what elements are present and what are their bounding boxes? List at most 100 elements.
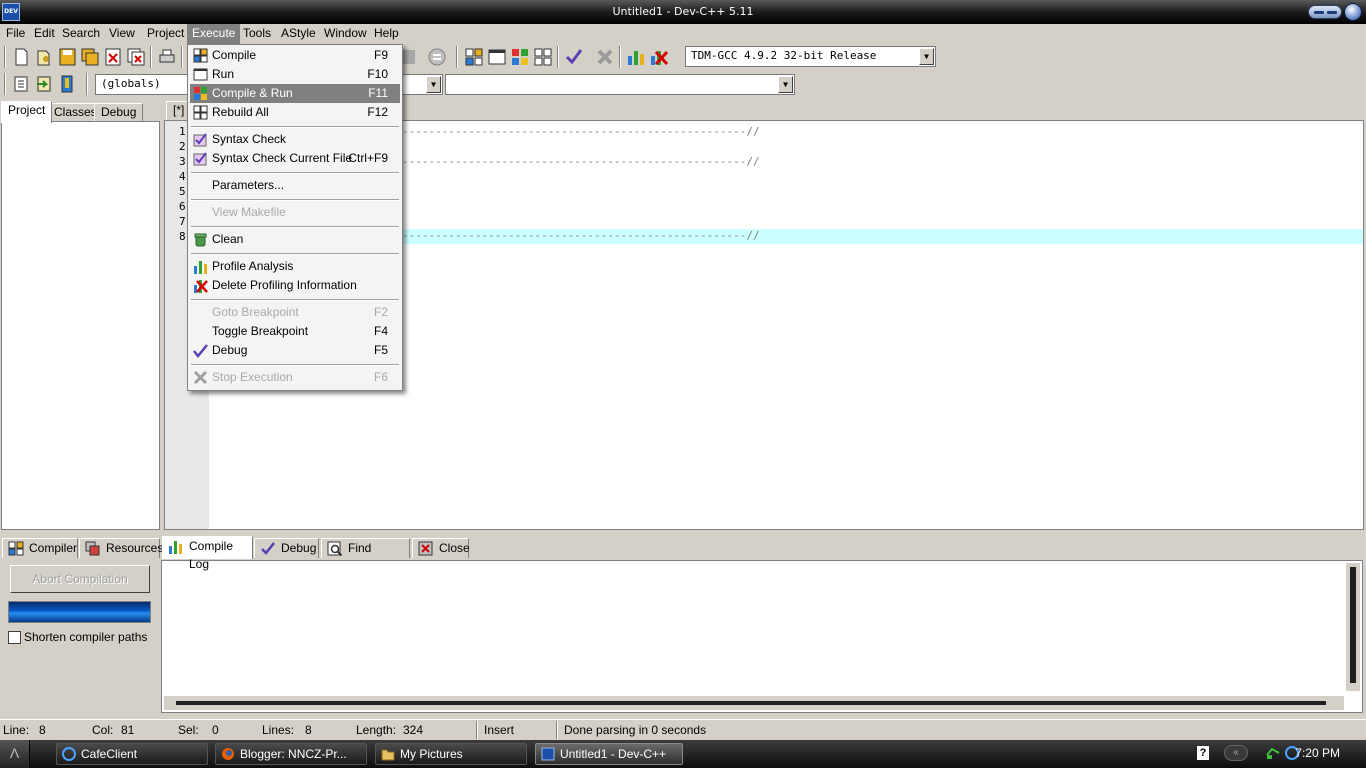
- rebuild-icon: [193, 105, 208, 120]
- menu-item-profile-analysis[interactable]: Profile Analysis: [190, 257, 400, 276]
- title-bar: DEV Untitled1 - Dev-C++ 5.11: [0, 0, 1366, 24]
- bookmark-icon: [61, 75, 73, 93]
- delete-profile-icon: [651, 50, 669, 66]
- status-line-value: 8: [39, 723, 46, 737]
- minimize-icon[interactable]: [1314, 11, 1324, 14]
- clock[interactable]: 7:20 PM: [1295, 746, 1340, 760]
- indent-button[interactable]: [10, 73, 32, 95]
- menu-item-run[interactable]: Run F10: [190, 65, 400, 84]
- status-message: Done parsing in 0 seconds: [564, 723, 707, 737]
- save-all-button[interactable]: [79, 46, 101, 68]
- scrollbar-thumb[interactable]: [1350, 567, 1356, 683]
- menu-item-label: Stop Execution: [212, 370, 293, 384]
- compiler-select[interactable]: TDM-GCC 4.9.2 32-bit Release ▼: [685, 46, 936, 67]
- menu-item-shortcut: F6: [373, 370, 388, 384]
- menu-item-compile[interactable]: Compile F9: [190, 46, 400, 65]
- menu-edit[interactable]: Edit: [29, 24, 60, 44]
- print-button[interactable]: [156, 46, 178, 68]
- close-all-button[interactable]: [125, 46, 147, 68]
- task-devcpp[interactable]: Untitled1 - Dev-C++: [535, 743, 683, 765]
- help-icon[interactable]: ?: [1197, 746, 1209, 760]
- delete-profile-button[interactable]: [648, 46, 670, 68]
- compile-run-icon: [512, 49, 528, 65]
- task-firefox-blogger[interactable]: Blogger: NNCZ-Pr...: [215, 743, 367, 765]
- rebuild-button[interactable]: [532, 46, 554, 68]
- open-button[interactable]: [33, 46, 55, 68]
- tab-compiler[interactable]: Compiler: [2, 538, 78, 558]
- maximize-icon[interactable]: [1327, 11, 1337, 14]
- close-file-icon: [105, 48, 121, 66]
- new-file-button[interactable]: [10, 46, 32, 68]
- toolbar-separator: [557, 46, 559, 68]
- debug-button[interactable]: [563, 46, 585, 68]
- menu-search[interactable]: Search: [57, 24, 105, 44]
- tab-find-results[interactable]: Find Results: [321, 538, 410, 573]
- run-button[interactable]: [486, 46, 508, 68]
- toolbar-separator: [619, 46, 621, 68]
- function-select[interactable]: ▼: [445, 74, 795, 95]
- tab-close[interactable]: Close: [412, 538, 470, 558]
- menu-item-rebuild-all[interactable]: Rebuild All F12: [190, 103, 400, 122]
- menu-window[interactable]: Window: [319, 24, 372, 44]
- compile-log-output[interactable]: [161, 560, 1363, 713]
- tray-expand-icon[interactable]: «: [1224, 745, 1248, 761]
- menu-execute[interactable]: Execute: [187, 24, 241, 44]
- tab-resources[interactable]: Resources: [79, 538, 163, 558]
- menu-help[interactable]: Help: [369, 24, 404, 44]
- chevron-down-icon[interactable]: ▼: [426, 76, 441, 93]
- compiler-select-value: TDM-GCC 4.9.2 32-bit Release: [691, 49, 877, 62]
- menu-item-label: Rebuild All: [212, 105, 269, 119]
- network-icon[interactable]: [1265, 745, 1281, 761]
- new-file-icon: [15, 48, 28, 66]
- goto-line-button[interactable]: [33, 73, 55, 95]
- vertical-scrollbar[interactable]: [1346, 563, 1360, 691]
- menu-item-compile-run[interactable]: Compile & Run F11: [190, 84, 400, 103]
- bookmark-button[interactable]: [56, 73, 78, 95]
- status-col-value: 81: [121, 723, 135, 737]
- save-button[interactable]: [56, 46, 78, 68]
- tab-debug-output[interactable]: Debug: [254, 538, 319, 558]
- close-file-button[interactable]: [102, 46, 124, 68]
- menu-item-shortcut: Ctrl+F9: [348, 151, 388, 165]
- tab-debug[interactable]: Debug: [94, 103, 144, 122]
- tab-debug-label: Debug: [281, 541, 317, 555]
- toolbar-separator: [4, 73, 6, 95]
- menu-tools[interactable]: Tools: [238, 24, 276, 44]
- menu-item-debug[interactable]: Debug F5: [190, 341, 400, 360]
- menu-astyle[interactable]: AStyle: [276, 24, 321, 44]
- close-window-button[interactable]: [1344, 3, 1362, 21]
- menu-separator: [191, 199, 399, 201]
- task-cafeclient[interactable]: CafeClient: [56, 743, 208, 765]
- menu-item-parameters[interactable]: Parameters...: [190, 176, 400, 195]
- status-length-label: Length:: [356, 723, 397, 737]
- shorten-paths-checkbox[interactable]: [8, 631, 21, 644]
- chevron-down-icon[interactable]: ▼: [778, 76, 793, 93]
- minimize-maximize-controls[interactable]: [1308, 5, 1342, 19]
- horizontal-scrollbar[interactable]: [164, 696, 1344, 710]
- compile-button[interactable]: [463, 46, 485, 68]
- menu-item-clean[interactable]: Clean: [190, 230, 400, 249]
- start-button[interactable]: Λ: [0, 740, 30, 768]
- close-all-icon: [127, 48, 145, 66]
- menu-item-syntax-check[interactable]: Syntax Check: [190, 130, 400, 149]
- goto-button[interactable]: [426, 46, 448, 68]
- status-lines-label: Lines:: [262, 723, 295, 737]
- profile-button[interactable]: [625, 46, 647, 68]
- compile-icon: [465, 48, 483, 66]
- status-insert-mode: Insert: [484, 723, 515, 737]
- profile-icon: [628, 51, 644, 65]
- run-icon: [193, 68, 208, 81]
- project-browser[interactable]: [1, 121, 160, 530]
- menu-item-syntax-check-current-file[interactable]: Syntax Check Current File Ctrl+F9: [190, 149, 400, 168]
- menu-project[interactable]: Project: [142, 24, 189, 44]
- chevron-down-icon[interactable]: ▼: [919, 48, 934, 65]
- task-my-pictures[interactable]: My Pictures: [375, 743, 527, 765]
- tab-compile-log[interactable]: Compile Log: [162, 536, 253, 571]
- scrollbar-thumb[interactable]: [176, 701, 1326, 705]
- compile-run-button[interactable]: [509, 46, 531, 68]
- menu-item-delete-profiling[interactable]: Delete Profiling Information: [190, 276, 400, 295]
- menu-item-toggle-breakpoint[interactable]: Toggle Breakpoint F4: [190, 322, 400, 341]
- tab-project[interactable]: Project: [1, 101, 53, 123]
- menu-file[interactable]: File: [1, 24, 30, 44]
- menu-view[interactable]: View: [104, 24, 140, 44]
